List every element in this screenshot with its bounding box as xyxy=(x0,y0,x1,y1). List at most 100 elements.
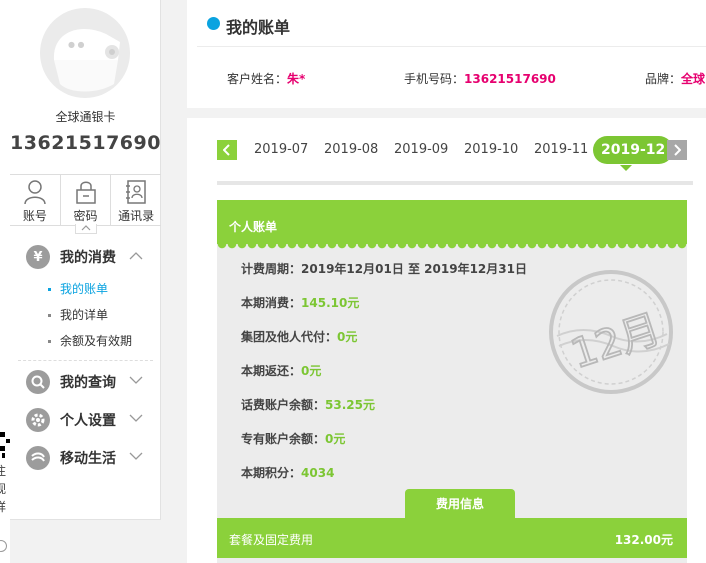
customer-name-label: 客户姓名： xyxy=(227,72,288,86)
chevron-down-icon xyxy=(129,414,143,422)
next-month-button[interactable] xyxy=(667,140,687,160)
active-month-pointer xyxy=(620,165,632,171)
brand-label: 品牌： xyxy=(645,72,682,86)
menu-label: 个人设置 xyxy=(60,413,116,429)
fee-info-tab[interactable]: 费用信息 xyxy=(405,489,515,519)
gear-icon xyxy=(26,408,50,432)
bill-details: 计费周期：2019年12月01日 至 2019年12月31日 本期消费：145.… xyxy=(241,260,527,498)
user-phone-number: 13621517690 xyxy=(10,132,161,154)
collapse-toggle[interactable] xyxy=(75,224,97,234)
card-type-label: 全球通银卡 xyxy=(55,110,116,124)
month-tab-2019-10[interactable]: 2019-10 xyxy=(464,142,518,157)
menu-my-consumption[interactable]: ¥ 我的消费 xyxy=(10,238,161,276)
quick-link-password[interactable]: 密码 xyxy=(61,175,112,225)
chevron-right-icon xyxy=(674,144,681,156)
month-tab-2019-09[interactable]: 2019-09 xyxy=(394,142,448,157)
customer-name-value: 朱* xyxy=(287,72,306,86)
edge-vertical-text: 注视祥 xyxy=(0,464,7,514)
bill-line-value: 2019年12月01日 至 2019年12月31日 xyxy=(301,262,527,276)
bill-line-label: 本期返还： xyxy=(241,364,302,378)
fee-row-package[interactable]: 套餐及固定费用 132.00元 xyxy=(217,518,687,558)
bill-line-dedicated-balance: 专有账户余额：0元 xyxy=(241,430,527,464)
fee-row-label: 套餐及固定费用 xyxy=(229,533,314,547)
page-title: 我的账单 xyxy=(226,18,291,37)
bill-line-value: 145.10元 xyxy=(301,296,360,310)
customer-phone: 手机号码：13621517690 xyxy=(404,70,556,87)
menu-mobile-life[interactable]: 移动生活 xyxy=(10,439,161,477)
lock-icon xyxy=(75,181,96,204)
menu-personal-settings[interactable]: 个人设置 xyxy=(10,401,161,439)
month-tab-2019-12[interactable]: 2019-12 xyxy=(593,136,674,164)
bill-line-value: 53.25元 xyxy=(325,398,375,412)
menu-my-query[interactable]: 我的查询 xyxy=(10,363,161,401)
submenu-label: 我的详单 xyxy=(60,308,109,322)
bill-line-label: 集团及他人代付： xyxy=(241,330,338,344)
divider xyxy=(197,46,706,47)
phone-label: 手机号码： xyxy=(404,72,465,86)
qr-code-icon[interactable] xyxy=(0,432,10,458)
bill-line-value: 4034 xyxy=(301,466,335,480)
bill-line-account-balance: 话费账户余额：53.25元 xyxy=(241,396,527,430)
title-dot-icon xyxy=(207,17,220,30)
bill-line-refund: 本期返还：0元 xyxy=(241,362,527,396)
sidebar: ● ● 全球通银卡 13621517690 账号 密码 通讯录 ¥ 我的消费 我… xyxy=(10,0,161,520)
left-edge-strip: 注视祥 xyxy=(0,0,10,563)
month-stamp: 12月 xyxy=(543,266,683,400)
menu-divider xyxy=(18,360,153,361)
bill-line-value: 0元 xyxy=(337,330,358,344)
month-tab-2019-07[interactable]: 2019-07 xyxy=(254,142,308,157)
quick-link-account[interactable]: 账号 xyxy=(10,175,61,225)
submenu-label: 我的账单 xyxy=(60,282,109,296)
customer-name: 客户姓名：朱* xyxy=(227,70,305,87)
submenu-my-bill[interactable]: 我的账单 xyxy=(10,276,161,302)
svg-text:● ●: ● ● xyxy=(68,40,85,49)
bill-line-label: 本期消费： xyxy=(241,296,302,310)
bill-line-billing-period: 计费周期：2019年12月01日 至 2019年12月31日 xyxy=(241,260,527,294)
brand-value: 全球 xyxy=(681,72,706,86)
chevron-up-icon xyxy=(81,225,91,231)
menu-label: 我的查询 xyxy=(60,375,116,391)
bill-line-current-consumption: 本期消费：145.10元 xyxy=(241,294,527,328)
postmark-stamp-icon: 12月 xyxy=(549,270,673,394)
circle-icon[interactable] xyxy=(0,540,7,552)
contacts-icon xyxy=(126,180,146,204)
avatar: ● ● xyxy=(40,8,130,98)
month-nav-underline xyxy=(217,181,693,185)
bill-header-panel: 我的账单 客户姓名：朱* 手机号码：13621517690 品牌：全球 xyxy=(187,0,706,108)
bill-line-label: 计费周期： xyxy=(241,262,302,276)
user-icon xyxy=(24,180,46,205)
chevron-down-icon xyxy=(129,376,143,384)
menu-label: 我的消费 xyxy=(60,250,116,266)
chevron-up-icon xyxy=(129,252,143,260)
chevron-left-icon xyxy=(223,144,230,156)
bill-line-third-party-payment: 集团及他人代付：0元 xyxy=(241,328,527,362)
submenu-my-details[interactable]: 我的详单 xyxy=(10,302,161,328)
avatar-icon: ● ● xyxy=(53,29,120,92)
menu-label: 移动生活 xyxy=(60,451,116,467)
chevron-down-icon xyxy=(129,452,143,460)
bill-line-value: 0元 xyxy=(325,432,346,446)
bill-card-header: 个人账单 xyxy=(217,200,687,244)
bill-line-label: 话费账户余额： xyxy=(241,398,326,412)
sidebar-menu: ¥ 我的消费 我的账单 我的详单 余额及有效期 我的查询 个人设置 移动生活 xyxy=(10,238,161,477)
yen-icon: ¥ xyxy=(26,245,50,269)
quick-link-label: 通讯录 xyxy=(118,209,155,223)
month-tab-2019-11[interactable]: 2019-11 xyxy=(534,142,588,157)
month-tab-2019-08[interactable]: 2019-08 xyxy=(324,142,378,157)
customer-brand: 品牌：全球 xyxy=(645,70,705,87)
scallop-edge xyxy=(217,244,687,250)
quick-links: 账号 密码 通讯录 xyxy=(10,174,161,226)
phone-value: 13621517690 xyxy=(464,72,556,86)
month-selector: 2019-07 2019-08 2019-09 2019-10 2019-11 … xyxy=(217,136,693,171)
search-icon xyxy=(26,370,50,394)
submenu-balance-validity[interactable]: 余额及有效期 xyxy=(10,328,161,354)
china-mobile-icon xyxy=(26,446,50,470)
fee-row-amount: 132.00元 xyxy=(614,533,673,547)
quick-link-contacts[interactable]: 通讯录 xyxy=(111,175,161,225)
stamp-text: 12月 xyxy=(565,306,666,378)
bill-line-label: 本期积分： xyxy=(241,466,302,480)
prev-month-button[interactable] xyxy=(217,140,237,160)
quick-link-label: 账号 xyxy=(22,209,47,223)
bill-section-title: 个人账单 xyxy=(229,220,278,234)
personal-bill-card: 个人账单 12月 计费周期：2019年12月01日 至 2019年12月31日 … xyxy=(217,200,687,563)
